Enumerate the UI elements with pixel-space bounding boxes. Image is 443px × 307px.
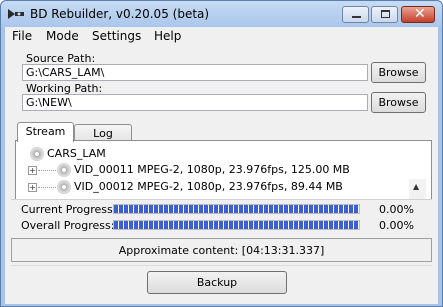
current-progress-label: Current Progress: (21, 203, 117, 216)
menu-settings[interactable]: Settings (92, 29, 141, 43)
progress-area: Current Progress: 0.00% Overall Progress… (11, 199, 432, 233)
tree-item-label: VID_00011 MPEG-2, 1080p, 23.976fps, 125.… (74, 163, 350, 176)
tree-connector (38, 186, 56, 188)
tree-connector (38, 169, 56, 171)
tree-item-label: VID_00012 MPEG-2, 1080p, 23.976fps, 89.4… (74, 180, 343, 193)
tree-root-label: CARS_LAM (47, 147, 106, 160)
title-bar[interactable]: BD Rebuilder, v0.20.05 (beta) ✕ (1, 1, 442, 27)
tree-root[interactable]: CARS_LAM (30, 147, 106, 161)
approximate-content-text: Approximate content: [04:13:31.337] (118, 244, 325, 257)
disc-icon (57, 180, 71, 194)
current-progress-value: 0.00% (379, 203, 414, 216)
overall-progress-bar (113, 220, 360, 230)
tab-stream[interactable]: Stream (17, 122, 74, 142)
current-progress-bar (113, 204, 360, 214)
menu-bar: File Mode Settings Help (5, 27, 438, 45)
close-button[interactable]: ✕ (401, 6, 435, 23)
window-title: BD Rebuilder, v0.20.05 (beta) (30, 7, 210, 21)
maximize-button[interactable] (371, 6, 398, 23)
client-area: File Mode Settings Help Source Path: G:\… (5, 27, 438, 304)
working-path-field[interactable]: G:\NEW\ (22, 94, 368, 111)
maximize-icon (381, 10, 390, 18)
working-browse-button[interactable]: Browse (371, 92, 426, 113)
disc-icon (57, 163, 71, 177)
overall-progress-fill (114, 221, 359, 229)
approximate-content-box: Approximate content: [04:13:31.337] (11, 238, 432, 262)
scroll-up-arrow-icon[interactable]: ▲ (413, 182, 419, 191)
overall-progress-label: Overall Progress: (21, 219, 115, 232)
source-browse-button[interactable]: Browse (371, 62, 426, 83)
source-path-field[interactable]: G:\CARS_LAM\ (22, 64, 368, 81)
expand-icon[interactable]: + (28, 182, 37, 192)
app-icon (8, 9, 24, 19)
expand-icon[interactable]: + (28, 165, 37, 175)
backup-button[interactable]: Backup (147, 271, 287, 294)
tree-item[interactable]: + VID_00011 MPEG-2, 1080p, 23.976fps, 125… (28, 163, 350, 177)
close-icon: ✕ (414, 6, 426, 22)
minimize-button[interactable] (342, 6, 369, 23)
bottom-panel: Backup (11, 265, 432, 299)
minimize-icon (352, 16, 361, 18)
tree-item[interactable]: + VID_00012 MPEG-2, 1080p, 23.976fps, 89.… (28, 180, 343, 194)
menu-file[interactable]: File (12, 29, 32, 43)
menu-help[interactable]: Help (154, 29, 181, 43)
current-progress-fill (114, 205, 359, 213)
disc-icon (30, 147, 44, 161)
overall-progress-value: 0.00% (379, 219, 414, 232)
main-window: BD Rebuilder, v0.20.05 (beta) ✕ File Mod… (0, 0, 443, 307)
menu-mode[interactable]: Mode (46, 29, 79, 43)
